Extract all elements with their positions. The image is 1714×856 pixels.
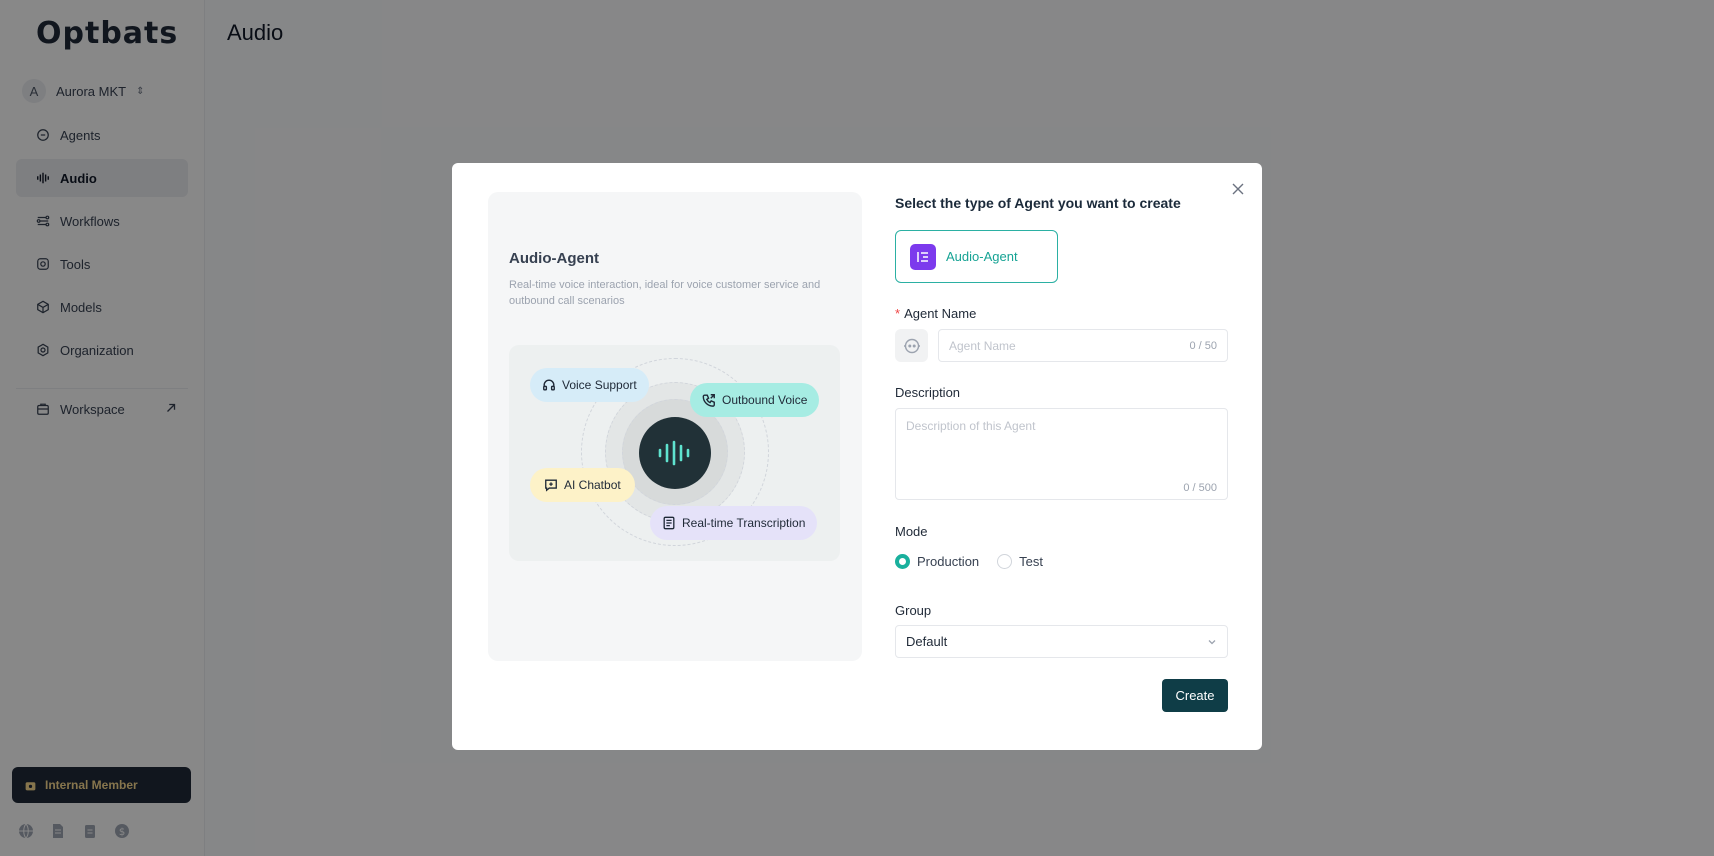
radio-dot-selected xyxy=(895,554,910,569)
chevron-down-icon xyxy=(1208,639,1216,644)
phone-outgoing-icon xyxy=(702,394,715,407)
create-button[interactable]: Create xyxy=(1162,679,1228,712)
chip-outbound-voice: Outbound Voice xyxy=(690,383,820,417)
waveform-core xyxy=(639,417,711,489)
mode-radio-test[interactable]: Test xyxy=(997,554,1043,569)
agent-type-preview: Audio-Agent Real-time voice interaction,… xyxy=(488,192,862,661)
description-label: Description xyxy=(895,385,961,400)
chip-voice-support: Voice Support xyxy=(530,368,649,402)
description-counter: 0 / 500 xyxy=(1183,482,1217,494)
chip-ai-chatbot: AI Chatbot xyxy=(530,468,635,502)
close-icon xyxy=(1232,183,1244,195)
group-select[interactable]: Default xyxy=(895,625,1228,658)
radio-label: Test xyxy=(1019,554,1043,569)
chip-label: AI Chatbot xyxy=(564,478,621,492)
mode-radio-group: Production Test xyxy=(895,554,1051,569)
preview-title: Audio-Agent xyxy=(509,250,599,267)
agent-type-label: Audio-Agent xyxy=(946,249,1018,264)
agent-type-option-audio[interactable]: Audio-Agent xyxy=(895,230,1058,283)
required-mark: * xyxy=(895,306,901,321)
group-label: Group xyxy=(895,603,932,618)
chip-label: Real-time Transcription xyxy=(682,516,806,530)
chip-label: Voice Support xyxy=(562,378,637,392)
preview-description: Real-time voice interaction, ideal for v… xyxy=(509,279,821,307)
audio-illustration: Voice Support Outbound Voice AI Chatbot … xyxy=(509,345,840,561)
chip-label: Outbound Voice xyxy=(722,393,808,407)
description-textarea[interactable]: Description of this Agent 0 / 500 xyxy=(895,408,1228,500)
document-lines-icon xyxy=(663,516,675,530)
create-agent-dialog: Audio-Agent Real-time voice interaction,… xyxy=(452,163,1262,750)
agent-name-counter: 0 / 50 xyxy=(1189,339,1217,352)
agent-name-label: * Agent Name xyxy=(895,306,976,321)
mode-radio-production[interactable]: Production xyxy=(895,554,979,569)
radio-dot xyxy=(997,554,1013,569)
form-title: Select the type of Agent you want to cre… xyxy=(895,195,1181,211)
radio-label: Production xyxy=(917,554,980,569)
agent-name-label-text: Agent Name xyxy=(904,306,977,321)
description-placeholder: Description of this Agent xyxy=(906,419,1036,433)
headset-icon xyxy=(543,379,555,391)
group-selected-value: Default xyxy=(906,634,948,649)
agent-name-placeholder: Agent Name xyxy=(949,338,1016,353)
agent-name-input[interactable]: Agent Name 0 / 50 xyxy=(938,329,1228,362)
mode-label: Mode xyxy=(895,524,928,539)
agent-type-icon xyxy=(910,243,936,270)
chip-realtime-transcription: Real-time Transcription xyxy=(650,506,818,540)
close-button[interactable] xyxy=(1228,179,1248,199)
bot-face-icon xyxy=(903,338,920,353)
audio-wave-icon xyxy=(658,440,690,466)
agent-avatar-picker[interactable] xyxy=(895,329,928,362)
chat-add-icon xyxy=(545,479,557,492)
